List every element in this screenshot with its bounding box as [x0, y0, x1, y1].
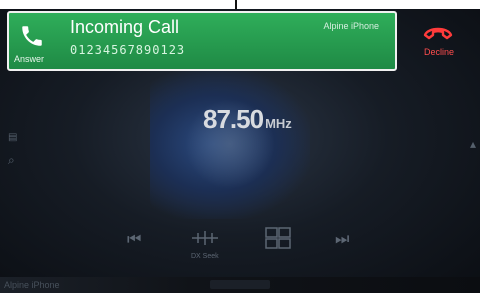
device-name: Alpine iPhone [323, 21, 379, 31]
dx-seek-icon[interactable] [190, 230, 220, 246]
preset-list-icon[interactable]: ▤ [8, 132, 17, 143]
decline-button[interactable]: Decline [410, 21, 468, 65]
decline-label: Decline [424, 47, 455, 57]
left-side-controls: ▤ ⌕ [0, 124, 22, 184]
caller-number: 01234567890123 [70, 43, 186, 57]
previous-track-icon[interactable]: ⏮ [127, 231, 141, 249]
frequency-unit: MHz [265, 116, 292, 131]
call-title: Incoming Call [70, 17, 180, 37]
answer-button[interactable]: Answer [11, 17, 57, 65]
frequency-display: 87.50 MHz [203, 104, 292, 135]
source-indicator [210, 280, 270, 289]
hang-up-icon [423, 27, 453, 40]
search-icon[interactable]: ⌕ [8, 153, 15, 168]
frequency-value: 87.50 [203, 104, 264, 134]
next-track-icon[interactable]: ⏭ [335, 231, 349, 249]
incoming-call-banner: Answer Incoming Call 01234567890123 Alpi… [7, 11, 397, 71]
preset-grid-icon[interactable] [265, 227, 291, 249]
source-name: Alpine iPhone [4, 280, 60, 290]
expand-arrow-icon[interactable]: ▴ [470, 137, 476, 151]
dx-seek-label: DX Seek [191, 253, 219, 260]
answer-label: Answer [14, 54, 45, 64]
transport-controls: ⏮ DX Seek ⏭ [0, 221, 480, 271]
phone-icon [22, 26, 42, 46]
callout-line [235, 0, 237, 9]
source-bar: Alpine iPhone [0, 277, 480, 293]
head-unit-screen: Answer Incoming Call 01234567890123 Alpi… [0, 9, 480, 293]
